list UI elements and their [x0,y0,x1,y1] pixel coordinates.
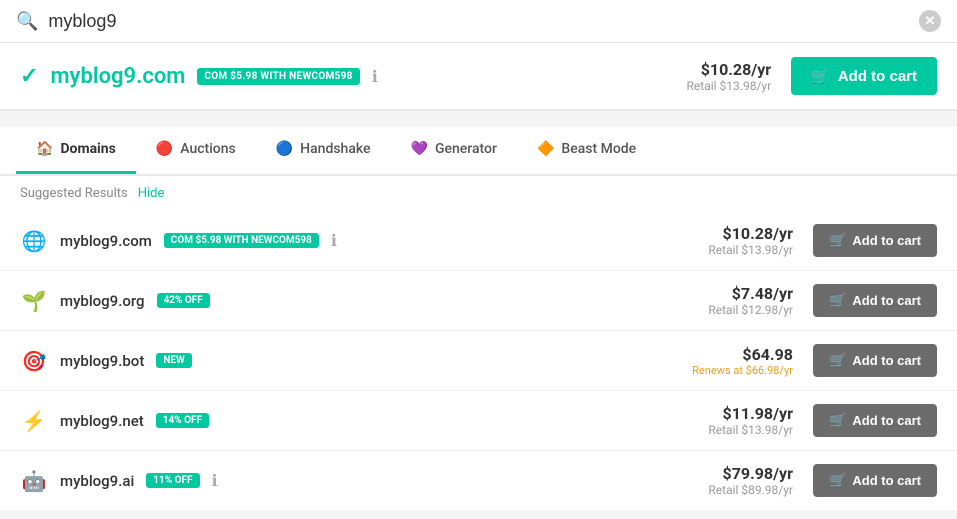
result-left: 🌐 myblog9.com COM $5.98 WITH NEWCOM598 ℹ [20,227,337,255]
price-org: $7.48/yr [708,284,793,303]
search-clear-button[interactable]: ✕ [919,10,941,32]
result-right: $7.48/yr Retail $12.98/yr 🛒 Add to cart [708,284,937,317]
price-block-com: $10.28/yr Retail $13.98/yr [708,224,793,257]
tab-domains[interactable]: 🏠 Domains [16,127,136,174]
tabs-container: 🏠 Domains 🔴 Auctions 🔵 Handshake 💜 Gener… [0,127,957,176]
add-to-cart-ai[interactable]: 🛒 Add to cart [813,464,937,497]
tab-generator[interactable]: 💜 Generator [391,127,517,174]
price-bot: $64.98 [692,345,793,364]
badge-ai: 11% OFF [146,473,199,488]
domain-name-ai: myblog9.ai [60,472,134,490]
tab-handshake-label: Handshake [300,141,370,157]
main-retail-price: Retail $13.98/yr [687,79,772,93]
add-to-cart-com[interactable]: 🛒 Add to cart [813,224,937,257]
domain-name-bot: myblog9.bot [60,352,144,370]
info-icon-ai[interactable]: ℹ [212,471,218,490]
result-left: 🎯 myblog9.bot NEW [20,347,192,375]
retail-bot: Renews at $66.98/yr [692,364,793,377]
add-to-cart-org[interactable]: 🛒 Add to cart [813,284,937,317]
auctions-icon: 🔴 [156,141,173,157]
price-block-bot: $64.98 Renews at $66.98/yr [692,345,793,377]
domain-name-org: myblog9.org [60,292,145,310]
suggested-header: Suggested Results Hide [0,176,957,211]
domains-icon: 🏠 [36,141,53,157]
checkmark-icon: ✓ [20,64,38,89]
handshake-icon: 🔵 [276,141,293,157]
cart-icon-primary: 🛒 [811,67,830,85]
info-icon-com[interactable]: ℹ [331,231,337,250]
add-to-cart-bot[interactable]: 🛒 Add to cart [813,344,937,377]
main-result-bar: ✓ myblog9.com COM $5.98 WITH NEWCOM598 ℹ… [0,43,957,111]
tab-generator-label: Generator [435,141,497,157]
price-block-ai: $79.98/yr Retail $89.98/yr [708,464,793,497]
main-price-block: $10.28/yr Retail $13.98/yr [687,60,772,93]
search-bar: 🔍 ✕ [0,0,957,43]
result-right: $64.98 Renews at $66.98/yr 🛒 Add to cart [692,344,937,377]
result-left: 🌱 myblog9.org 42% OFF [20,287,210,315]
domain-icon-net: ⚡ [20,407,48,435]
result-left: 🤖 myblog9.ai 11% OFF ℹ [20,467,218,495]
result-right: $11.98/yr Retail $13.98/yr 🛒 Add to cart [708,404,937,437]
table-row: ⚡ myblog9.net 14% OFF $11.98/yr Retail $… [0,391,957,451]
retail-net: Retail $13.98/yr [708,423,793,437]
search-icon: 🔍 [16,11,38,32]
cart-icon-ai: 🛒 [829,472,846,489]
badge-org: 42% OFF [157,293,210,308]
domain-icon-ai: 🤖 [20,467,48,495]
generator-icon: 💜 [411,141,428,157]
main-info-icon[interactable]: ℹ [372,67,378,86]
tab-beast-mode-label: Beast Mode [561,141,636,157]
domain-icon-bot: 🎯 [20,347,48,375]
main-domain-name: myblog9.com [50,64,185,89]
price-block-org: $7.48/yr Retail $12.98/yr [708,284,793,317]
tab-beast-mode[interactable]: 🔶 Beast Mode [517,127,656,174]
table-row: 🤖 myblog9.ai 11% OFF ℹ $79.98/yr Retail … [0,451,957,510]
price-ai: $79.98/yr [708,464,793,483]
badge-bot: NEW [156,353,191,368]
badge-net: 14% OFF [156,413,209,428]
tab-auctions-label: Auctions [180,141,235,157]
price-net: $11.98/yr [708,404,793,423]
main-result-right: $10.28/yr Retail $13.98/yr 🛒 Add to cart [687,57,937,95]
result-right: $10.28/yr Retail $13.98/yr 🛒 Add to cart [708,224,937,257]
result-right: $79.98/yr Retail $89.98/yr 🛒 Add to cart [708,464,937,497]
main-price: $10.28/yr [687,60,772,79]
main-result-left: ✓ myblog9.com COM $5.98 WITH NEWCOM598 ℹ [20,64,378,89]
main-add-to-cart-button[interactable]: 🛒 Add to cart [791,57,937,95]
tab-handshake[interactable]: 🔵 Handshake [256,127,391,174]
domain-icon-org: 🌱 [20,287,48,315]
domain-name-com: myblog9.com [60,232,152,250]
results-list: 🌐 myblog9.com COM $5.98 WITH NEWCOM598 ℹ… [0,211,957,510]
domain-name-net: myblog9.net [60,412,144,430]
cart-icon-net: 🛒 [829,412,846,429]
main-add-to-cart-label: Add to cart [838,68,917,85]
hide-link[interactable]: Hide [138,186,165,201]
domain-icon-com: 🌐 [20,227,48,255]
retail-com: Retail $13.98/yr [708,243,793,257]
cart-icon-com: 🛒 [829,232,846,249]
cart-icon-org: 🛒 [829,292,846,309]
retail-ai: Retail $89.98/yr [708,483,793,497]
tab-auctions[interactable]: 🔴 Auctions [136,127,256,174]
cart-icon-bot: 🛒 [829,352,846,369]
suggested-label: Suggested Results [20,186,128,201]
price-com: $10.28/yr [708,224,793,243]
search-input[interactable] [48,11,919,32]
retail-org: Retail $12.98/yr [708,303,793,317]
beast-mode-icon: 🔶 [537,141,554,157]
main-promo-badge: COM $5.98 WITH NEWCOM598 [197,68,359,85]
result-left: ⚡ myblog9.net 14% OFF [20,407,209,435]
table-row: 🌱 myblog9.org 42% OFF $7.48/yr Retail $1… [0,271,957,331]
table-row: 🌐 myblog9.com COM $5.98 WITH NEWCOM598 ℹ… [0,211,957,271]
table-row: 🎯 myblog9.bot NEW $64.98 Renews at $66.9… [0,331,957,391]
price-block-net: $11.98/yr Retail $13.98/yr [708,404,793,437]
promo-badge-com: COM $5.98 WITH NEWCOM598 [164,233,319,248]
add-to-cart-net[interactable]: 🛒 Add to cart [813,404,937,437]
tab-domains-label: Domains [60,141,115,157]
